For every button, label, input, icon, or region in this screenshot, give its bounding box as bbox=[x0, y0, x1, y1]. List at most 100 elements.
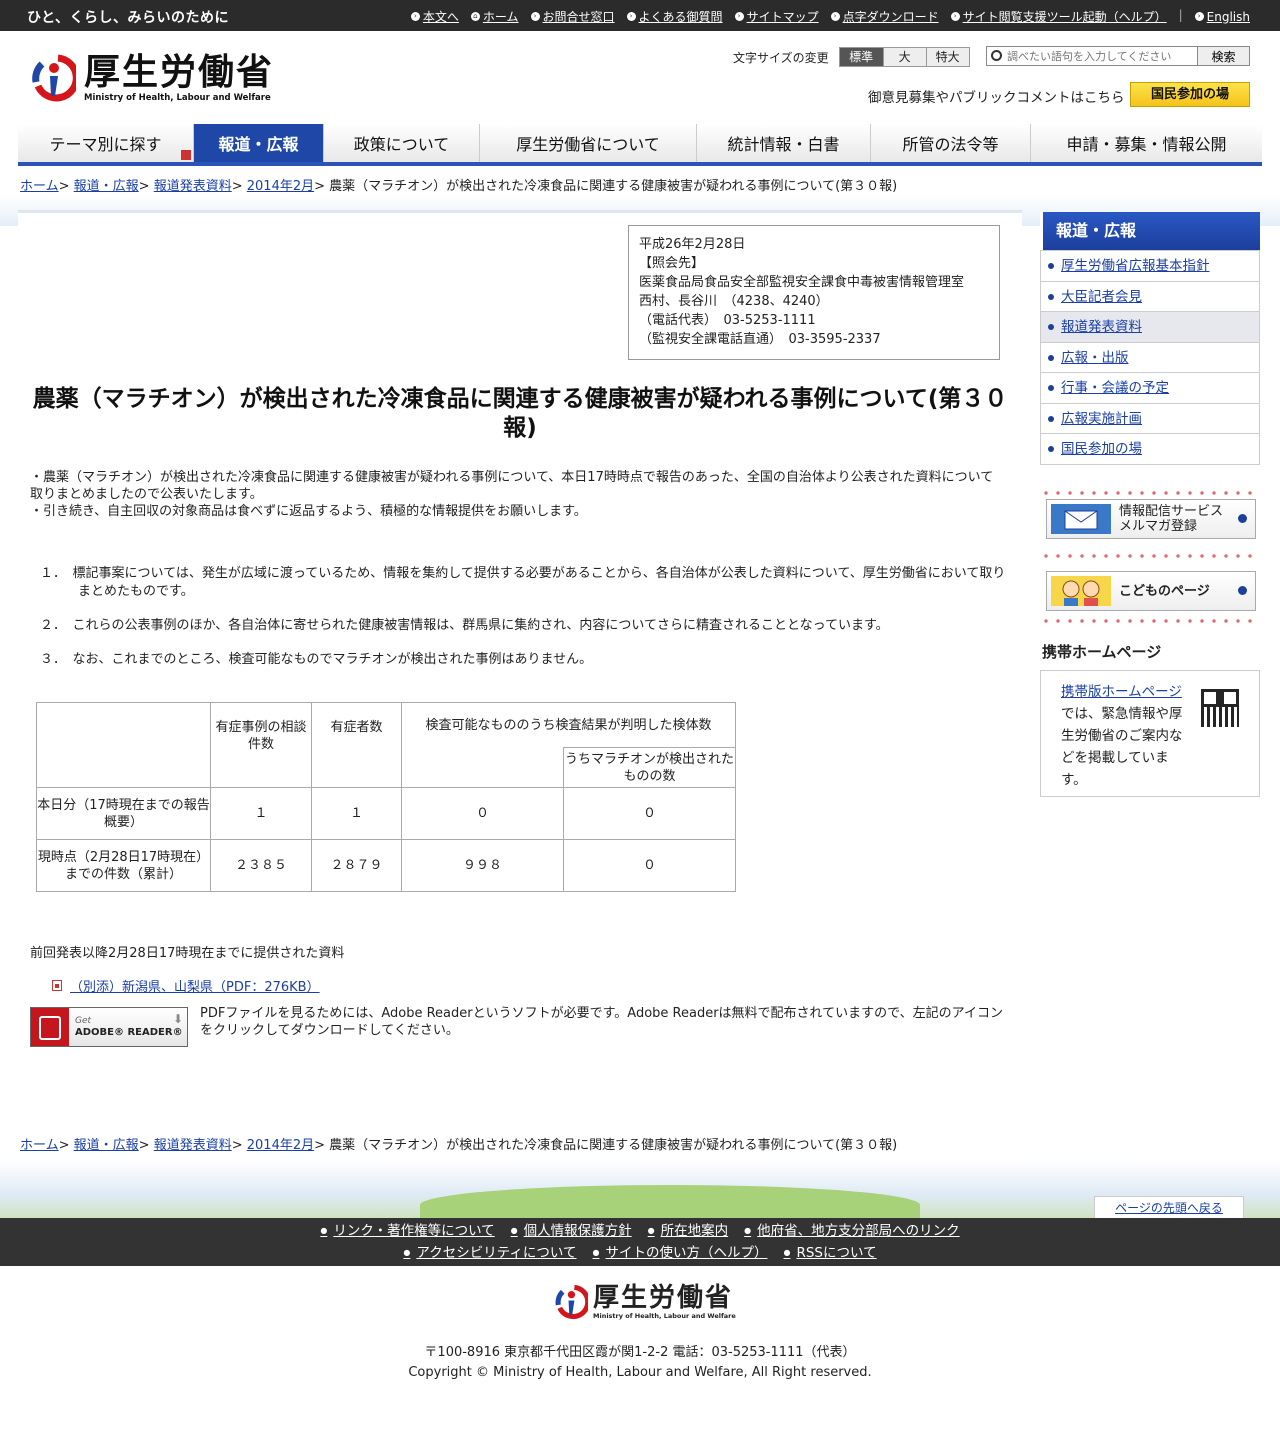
nav-press[interactable]: 報道・広報 bbox=[194, 124, 324, 162]
table-corner bbox=[36, 702, 211, 788]
table-header: うちマラチオンが検出されたものの数 bbox=[563, 747, 736, 788]
font-size-label: 文字サイズの変更 bbox=[733, 50, 829, 65]
search-input[interactable] bbox=[987, 47, 1197, 65]
footer-link-accessibility[interactable]: アクセシビリティについて bbox=[403, 1240, 576, 1262]
accessibility-tool-link[interactable]: › サイト閲覧支援ツール起動（ヘルプ） bbox=[950, 8, 1167, 25]
breadcrumb-press[interactable]: 報道・広報 bbox=[74, 179, 139, 194]
page-top-link[interactable]: ページの先頭へ戻る bbox=[1094, 1196, 1244, 1218]
table-cell: １ bbox=[311, 787, 402, 840]
nav-laws[interactable]: 所管の法令等 bbox=[871, 124, 1031, 162]
list-item: １． 標記事案については、発生が広域に渡っているため、情報を集約して提供する必要… bbox=[40, 566, 1006, 599]
sidebar-item-events[interactable]: 行事・会議の予定 bbox=[1041, 372, 1259, 403]
pdf-note: PDFファイルを見るためには、Adobe Readerというソフトが必要です。A… bbox=[200, 1006, 1003, 1038]
mail-magazine-banner[interactable]: 情報配信サービス メルマガ登録 bbox=[1046, 499, 1256, 539]
sidebar-item-press-releases[interactable]: 報道発表資料 bbox=[1041, 311, 1259, 342]
faq-link[interactable]: › よくある御質問 bbox=[626, 8, 723, 25]
table-row: 現時点（2月28日17時現在）までの件数（累計） ２３８５ ２８７９ ９９８ ０ bbox=[36, 839, 736, 892]
corner-arrow-icon bbox=[181, 150, 191, 160]
table-cell: ０ bbox=[563, 839, 736, 892]
english-link[interactable]: › English bbox=[1194, 8, 1250, 25]
address: 〒100-8916 東京都千代田区霞が関1-2-2 電話：03-5253-111… bbox=[424, 1345, 856, 1360]
arrow-icon: › bbox=[626, 12, 636, 21]
breadcrumb: ホーム> 報道・広報> 報道発表資料> 2014年2月> 農薬（マラチオン）が検… bbox=[20, 179, 898, 194]
footer-link-privacy[interactable]: 個人情報保護方針 bbox=[511, 1218, 632, 1240]
table-cell: 現時点（2月28日17時現在）までの件数（累計） bbox=[36, 839, 211, 892]
kids-icon bbox=[1051, 576, 1111, 606]
kids-page-banner[interactable]: こどものページ bbox=[1046, 571, 1256, 611]
global-nav: テーマ別に探す 報道・広報 政策について 厚生労働省について 統計情報・白書 所… bbox=[18, 124, 1262, 166]
braille-download-link[interactable]: › 点字ダウンロード bbox=[830, 8, 939, 25]
mobile-site-link[interactable]: 携帯版ホームページ bbox=[1061, 684, 1182, 700]
breadcrumb-month[interactable]: 2014年2月 bbox=[247, 1138, 314, 1153]
footer-nav: リンク・著作権等について 個人情報保護方針 所在地案内 他府省、地方支分部局への… bbox=[0, 1218, 1280, 1266]
intro-paragraph: ・農薬（マラチオン）が検出された冷凍食品に関連する健康被害が疑われる事例について… bbox=[30, 470, 994, 502]
search-button[interactable]: 検索 bbox=[1197, 47, 1249, 65]
sitemap-link[interactable]: › サイトマップ bbox=[734, 8, 819, 25]
arrow-icon: › bbox=[410, 12, 420, 21]
list-item: ２． これらの公表事例のほか、各自治体に寄せられた健康被害情報は、群馬県に集約さ… bbox=[40, 618, 889, 633]
citizen-participation-button[interactable]: 国民参加の場 bbox=[1130, 82, 1250, 107]
table-header: 検査可能なもののうち検査結果が判明した検体数 bbox=[401, 702, 736, 748]
home-icon: ⌂ bbox=[470, 12, 480, 21]
table-cell: ２３８５ bbox=[210, 839, 312, 892]
breadcrumb-press[interactable]: 報道・広報 bbox=[74, 1138, 139, 1153]
adobe-icon bbox=[31, 1008, 69, 1046]
footer-link-other-ministries[interactable]: 他府省、地方支分部局へのリンク bbox=[744, 1218, 960, 1240]
nav-about[interactable]: 厚生労働省について bbox=[480, 124, 697, 162]
home-link[interactable]: ⌂ ホーム bbox=[470, 8, 519, 25]
contact-link[interactable]: › お問合せ窓口 bbox=[530, 8, 615, 25]
pdf-attachment: （別添）新潟県、山梨県（PDF：276KB） bbox=[52, 976, 320, 995]
font-size-standard-button[interactable]: 標準 bbox=[839, 48, 883, 66]
breadcrumb-bottom: ホーム> 報道・広報> 報道発表資料> 2014年2月> 農薬（マラチオン）が検… bbox=[20, 1138, 898, 1153]
font-size-large-button[interactable]: 大 bbox=[882, 48, 926, 66]
sidebar-item-publications[interactable]: 広報・出版 bbox=[1041, 341, 1259, 373]
mobile-heading: 携帯ホームページ bbox=[1042, 643, 1162, 661]
table-cell: ９９８ bbox=[401, 839, 564, 892]
breadcrumb-home[interactable]: ホーム bbox=[20, 1138, 59, 1153]
pdf-attachment-link[interactable]: （別添）新潟県、山梨県（PDF：276KB） bbox=[70, 976, 320, 995]
table-cell: ０ bbox=[563, 787, 736, 840]
footer-link-copyright[interactable]: リンク・著作権等について bbox=[320, 1218, 494, 1240]
nav-policy[interactable]: 政策について bbox=[324, 124, 480, 162]
site-logo[interactable]: 厚生労働省 Ministry of Health, Labour and Wel… bbox=[28, 52, 274, 104]
footer-link-help[interactable]: サイトの使い方（ヘルプ） bbox=[593, 1240, 767, 1262]
intro-paragraph: ・引き続き、自主回収の対象商品は食べずに返品するよう、積極的な情報提供をお願いし… bbox=[30, 504, 587, 519]
footer-address: 〒100-8916 東京都千代田区霞が関1-2-2 電話：03-5253-111… bbox=[0, 1343, 1280, 1383]
adobe-get-text: Get bbox=[75, 1016, 92, 1026]
arrow-icon: › bbox=[530, 12, 540, 21]
breadcrumb-releases[interactable]: 報道発表資料 bbox=[154, 1138, 232, 1153]
logo-subtitle: Ministry of Health, Labour and Welfare bbox=[84, 93, 271, 103]
font-size-xlarge-button[interactable]: 特大 bbox=[925, 48, 969, 66]
attachments-heading: 前回発表以降2月28日17時現在までに提供された資料 bbox=[30, 946, 345, 961]
table-row: 本日分（17時現在までの報告概要） １ １ ０ ０ bbox=[36, 787, 736, 840]
public-comment-text: 御意見募集やパブリックコメントはこちら bbox=[868, 90, 1125, 106]
sidebar-item-pr-policy[interactable]: 厚生労働省広報基本指針 bbox=[1041, 250, 1259, 281]
footer-link-rss[interactable]: RSSについて bbox=[783, 1240, 876, 1262]
top-bar: ひと、くらし、みらいのために › 本文へ ⌂ ホーム › お問合せ窓口 › よくある御質… bbox=[0, 0, 1280, 31]
breadcrumb-home[interactable]: ホーム bbox=[20, 179, 59, 194]
breadcrumb-current: 農薬（マラチオン）が検出された冷凍食品に関連する健康被害が疑われる事例について(… bbox=[329, 1138, 898, 1153]
pdf-icon bbox=[52, 980, 62, 991]
adobe-reader-button[interactable]: Get ADOBE® READER® ⬇ bbox=[30, 1007, 188, 1047]
sidebar-item-minister-press[interactable]: 大臣記者会見 bbox=[1041, 280, 1259, 312]
copyright: Copyright © Ministry of Health, Labour a… bbox=[408, 1365, 872, 1380]
divider bbox=[1040, 490, 1260, 496]
mhlw-logo-icon bbox=[32, 54, 76, 102]
skip-to-content-link[interactable]: › 本文へ bbox=[410, 8, 459, 25]
intro: ・農薬（マラチオン）が検出された冷凍食品に関連する健康被害が疑われる事例について… bbox=[30, 469, 1005, 520]
sidebar-item-pr-plan[interactable]: 広報実施計画 bbox=[1041, 402, 1259, 434]
breadcrumb-releases[interactable]: 報道発表資料 bbox=[154, 179, 232, 194]
contact-phone-direct: （監視安全課電話直通） 03-3595-2337 bbox=[639, 332, 881, 347]
nav-statistics[interactable]: 統計情報・白書 bbox=[697, 124, 871, 162]
contact-department: 医薬食品局食品安全部監視安全課食中毒被害情報管理室 bbox=[639, 275, 965, 290]
footer-link-location[interactable]: 所在地案内 bbox=[648, 1218, 729, 1240]
contact-phone-main: （電話代表） 03-5253-1111 bbox=[639, 313, 816, 328]
breadcrumb-month[interactable]: 2014年2月 bbox=[247, 179, 314, 194]
list-item: ３． なお、これまでのところ、検査可能なものでマラチオンが検出された事例はありま… bbox=[40, 652, 593, 667]
nav-applications[interactable]: 申請・募集・情報公開 bbox=[1031, 124, 1262, 162]
nav-theme[interactable]: テーマ別に探す bbox=[18, 124, 194, 162]
tagline: ひと、くらし、みらいのために bbox=[27, 10, 230, 26]
qr-code-icon bbox=[1201, 689, 1239, 727]
footer-logo: 厚生労働省 Ministry of Health, Labour and Wel… bbox=[552, 1283, 736, 1321]
sidebar-item-participation[interactable]: 国民参加の場 bbox=[1041, 433, 1259, 464]
